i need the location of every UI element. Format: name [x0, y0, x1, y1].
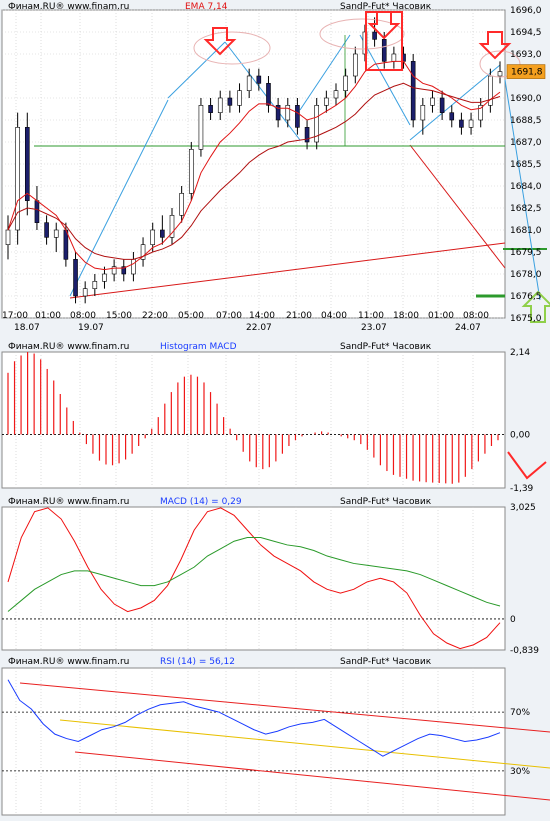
- x-time-label: 22:00: [142, 311, 168, 321]
- x-time-label: 14:00: [249, 311, 275, 321]
- candle-body: [160, 229, 165, 238]
- candle-body: [82, 288, 88, 297]
- x-date-label: 18.07: [14, 323, 40, 333]
- x-time-label: 07:00: [216, 311, 242, 321]
- candle-body: [430, 97, 435, 106]
- macd-tick-label: 3,025: [510, 503, 536, 513]
- candle-body: [227, 97, 233, 106]
- candle-body: [352, 53, 358, 77]
- x-date-label: 19.07: [78, 323, 104, 333]
- x-time-label: 05:00: [178, 311, 204, 321]
- x-date-label: 24.07: [455, 323, 481, 333]
- panel-indicator-label: EMA 7,14: [185, 2, 228, 12]
- macd-tick-label: -0,839: [510, 646, 539, 656]
- price-tick-label: 1696,0: [510, 6, 542, 16]
- candle-body: [150, 229, 156, 245]
- candle-body: [266, 83, 271, 106]
- candle-body: [304, 127, 310, 143]
- price-tick-label: 1684,0: [510, 182, 542, 192]
- candle-body: [333, 90, 339, 99]
- price-tick-label: 1675,0: [510, 314, 542, 324]
- x-date-label: 23.07: [361, 323, 387, 333]
- candle-body: [53, 229, 59, 238]
- chart-window: Финам.RU® www.finam.ru EMA 7,14 SandP-Fut*…: [0, 0, 550, 821]
- candle-body: [439, 97, 445, 113]
- candle-body: [410, 61, 416, 121]
- plot-area-1: [1, 351, 506, 489]
- panel-indicator-label: MACD (14) = 0,29: [160, 497, 242, 507]
- x-time-label: 11:00: [358, 311, 384, 321]
- x-time-label: 21:00: [286, 311, 312, 321]
- price-tick-label: 1688,5: [510, 116, 542, 126]
- x-time-label: 08:00: [70, 311, 96, 321]
- candle-body: [217, 97, 223, 113]
- candle-body: [343, 75, 348, 91]
- panel-source-label: Финам.RU® www.finam.ru: [8, 497, 129, 507]
- x-time-label: 04:00: [321, 311, 347, 321]
- price-tick-label: 1679,5: [510, 248, 542, 258]
- candle-body: [237, 90, 242, 106]
- candle-body: [5, 229, 11, 245]
- hist-tick-label: -1,39: [510, 484, 534, 494]
- candle-body: [449, 112, 455, 121]
- price-tick-label: 1690,0: [510, 94, 542, 104]
- candle-body: [188, 149, 194, 194]
- price-tick-label: 1681,0: [510, 226, 542, 236]
- price-tick-label: 1682,5: [510, 204, 542, 214]
- x-time-label: 15:00: [106, 311, 132, 321]
- price-tick-label: 1685,5: [510, 160, 542, 170]
- panel-source-label: Финам.RU® www.finam.ru: [8, 342, 129, 352]
- macd-tick-label: 0: [510, 615, 516, 625]
- chart-canvas: Финам.RU® www.finam.ru EMA 7,14 SandP-Fut*…: [0, 0, 550, 821]
- x-time-label: 18:00: [393, 311, 419, 321]
- candle-body: [468, 119, 474, 128]
- candle-body: [256, 75, 262, 84]
- candle-body: [44, 222, 49, 238]
- panel-indicator-label: Histogram MACD: [160, 342, 237, 352]
- current-price-label: 1691,8: [511, 68, 543, 78]
- candle-body: [285, 105, 291, 121]
- panel-instrument-label: SandP-Fut* Часовик: [340, 657, 432, 667]
- candle-body: [246, 75, 252, 91]
- candle-body: [34, 200, 40, 223]
- hist-tick-label: 2,14: [510, 348, 530, 358]
- panel-indicator-label: RSI (14) = 56,12: [160, 657, 235, 667]
- candle-body: [131, 259, 136, 275]
- x-time-label: 17:00: [2, 311, 28, 321]
- candle-body: [92, 281, 98, 289]
- candle-body: [24, 127, 30, 201]
- candle-body: [208, 105, 213, 113]
- candle-body: [497, 71, 503, 77]
- candle-body: [381, 39, 387, 62]
- x-date-label: 22.07: [246, 323, 272, 333]
- candle-body: [198, 105, 204, 150]
- panel-instrument-label: SandP-Fut* Часовик: [340, 497, 432, 507]
- candle-body: [459, 119, 464, 128]
- panel-instrument-label: SandP-Fut* Часовик: [340, 342, 432, 352]
- candle-body: [179, 193, 184, 216]
- price-tick-label: 1687,0: [510, 138, 542, 148]
- price-tick-label: 1678,0: [510, 270, 542, 280]
- rsi-tick-label: 30%: [510, 767, 530, 777]
- panel-source-label: Финам.RU® www.finam.ru: [8, 657, 129, 667]
- x-time-label: 08:00: [463, 311, 489, 321]
- panel-source-label: Финам.RU® www.finam.ru: [8, 2, 129, 12]
- panel-instrument-label: SandP-Fut* Часовик: [340, 2, 432, 12]
- candle-body: [372, 31, 377, 40]
- rsi-tick-label: 70%: [510, 708, 530, 718]
- price-tick-label: 1694,5: [510, 28, 542, 38]
- candle-body: [73, 259, 78, 297]
- candle-body: [324, 97, 329, 106]
- candle-body: [391, 53, 397, 62]
- candle-body: [420, 105, 426, 121]
- x-time-label: 01:00: [428, 311, 454, 321]
- price-tick-label: 1676,5: [510, 292, 542, 302]
- x-time-label: 01:00: [35, 311, 61, 321]
- hist-tick-label: 0,00: [510, 430, 530, 440]
- candle-body: [102, 273, 107, 282]
- price-tick-label: 1693,0: [510, 50, 542, 60]
- candle-body: [295, 105, 300, 128]
